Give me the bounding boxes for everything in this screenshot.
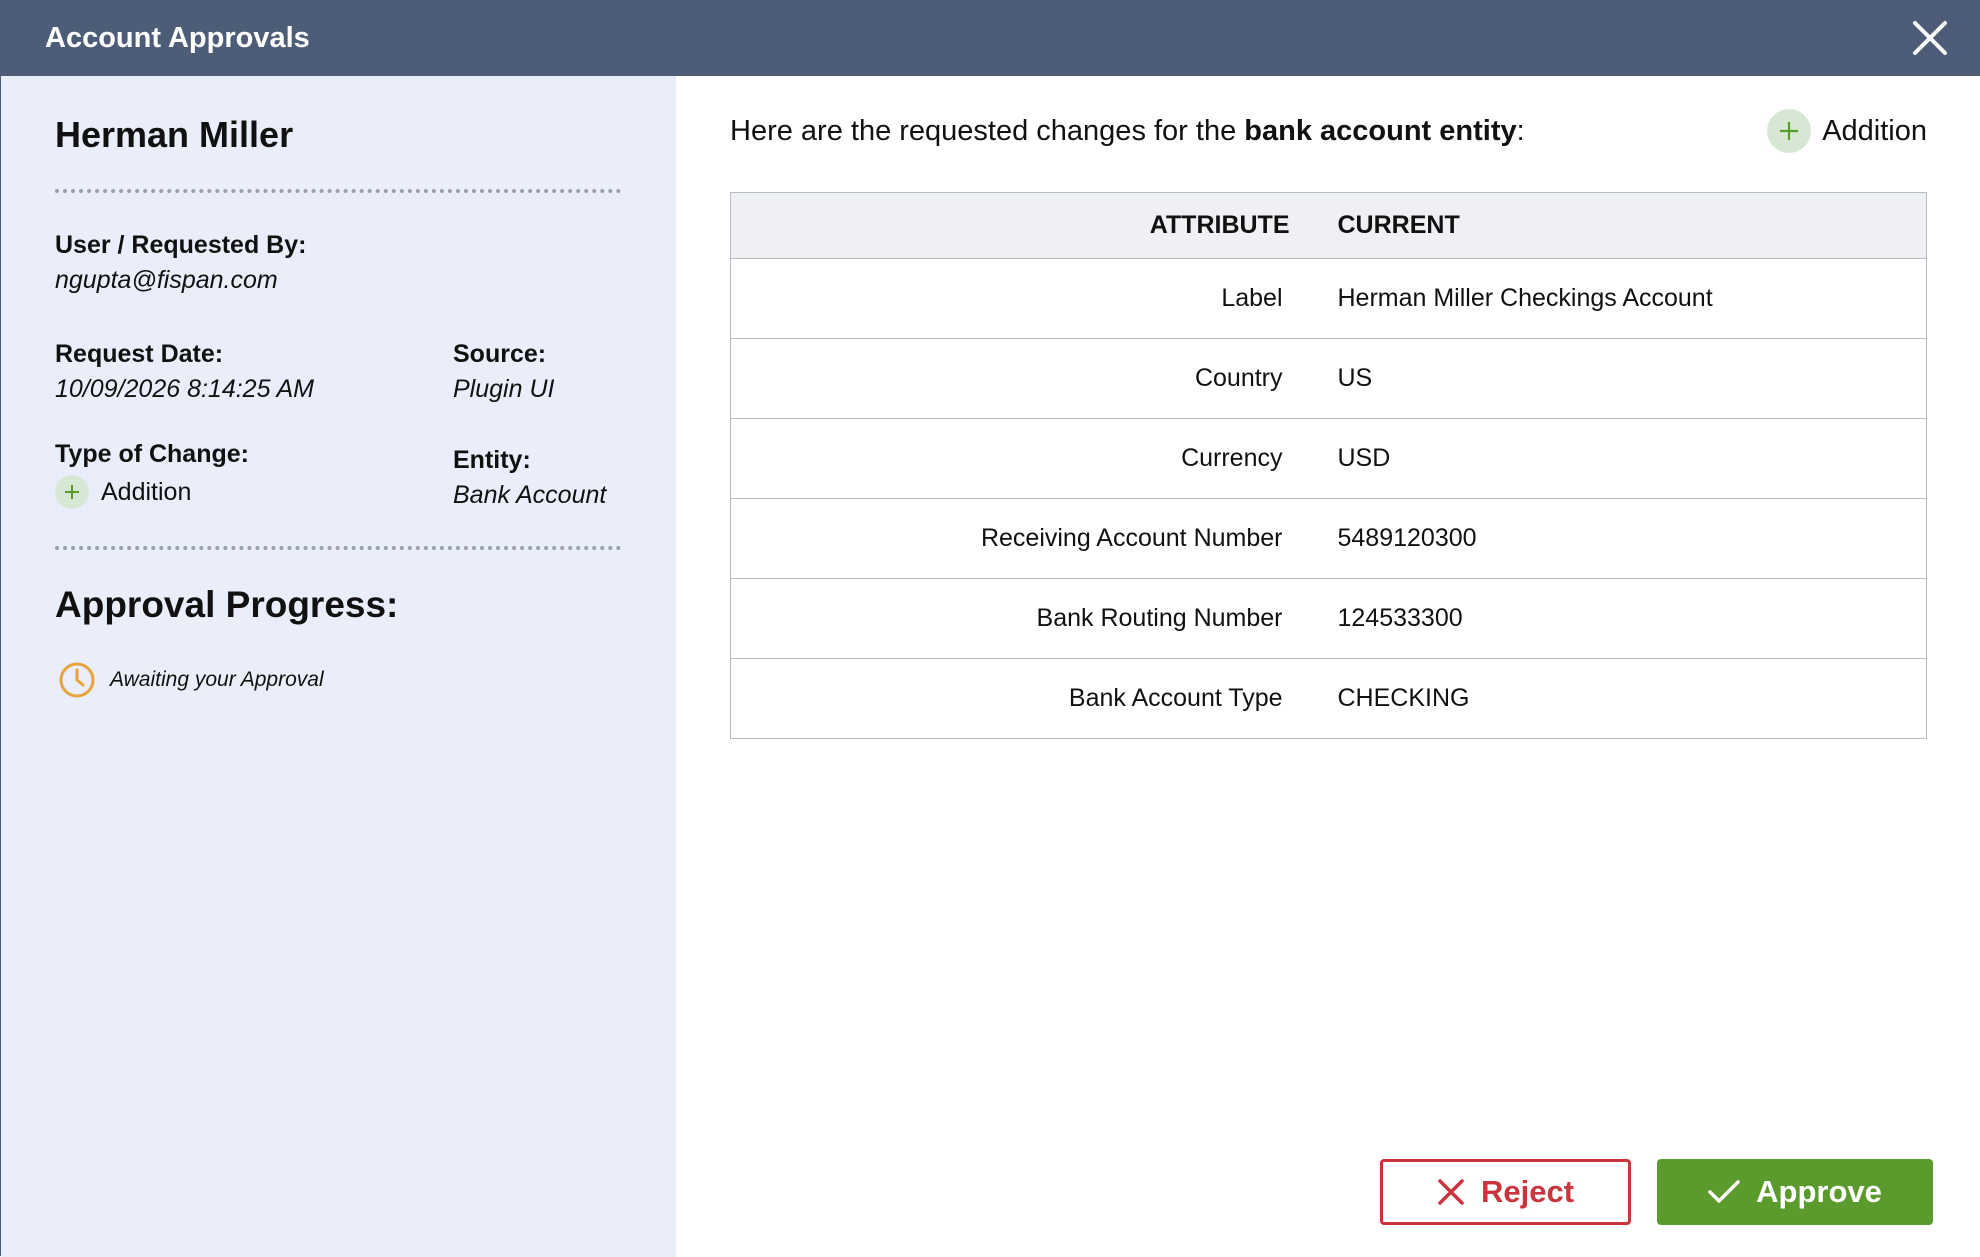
reject-button-label: Reject: [1480, 1174, 1575, 1209]
change-type-badge: Addition: [1767, 109, 1927, 153]
table-header-row: ATTRIBUTE CURRENT: [730, 192, 1927, 259]
type-of-change-value: Addition: [55, 475, 191, 509]
table-row: Label Herman Miller Checkings Account: [730, 258, 1927, 339]
x-icon: [1437, 1178, 1465, 1206]
approve-button-label: Approve: [1756, 1174, 1882, 1209]
attribute-cell: Receiving Account Number: [730, 498, 1310, 579]
source-label: Source:: [453, 340, 547, 368]
approval-status: Awaiting your Approval: [58, 660, 324, 700]
requested-changes-panel: Here are the requested changes for the b…: [676, 76, 1980, 1257]
divider: [55, 546, 621, 550]
approval-progress-title: Approval Progress:: [55, 584, 399, 625]
column-header-attribute: ATTRIBUTE: [730, 192, 1310, 259]
table-row: Currency USD: [730, 418, 1927, 499]
attribute-cell: Bank Account Type: [730, 658, 1310, 739]
type-of-change-label: Type of Change:: [55, 440, 249, 468]
current-value-cell: USD: [1309, 418, 1927, 499]
type-of-change-text: Addition: [101, 477, 192, 506]
attribute-cell: Label: [730, 258, 1310, 339]
source-value: Plugin UI: [453, 375, 555, 403]
request-date-label: Request Date:: [55, 340, 224, 368]
request-details-panel: Herman Miller User / Requested By: ngupt…: [1, 76, 676, 1257]
clock-icon: [58, 661, 96, 699]
dialog-title: Account Approvals: [45, 22, 310, 54]
account-holder-name: Herman Miller: [55, 114, 294, 155]
approve-button[interactable]: Approve: [1657, 1159, 1933, 1225]
change-type-badge-label: Addition: [1822, 114, 1927, 147]
current-value-cell: US: [1309, 338, 1927, 419]
requested-by-value: ngupta@fispan.com: [55, 266, 278, 294]
current-value-cell: Herman Miller Checkings Account: [1309, 258, 1927, 339]
plus-icon: [55, 475, 89, 509]
request-date-value: 10/09/2026 8:14:25 AM: [55, 375, 314, 403]
intro-suffix: :: [1516, 115, 1525, 147]
close-icon: [1909, 17, 1951, 59]
table-row: Bank Routing Number 124533300: [730, 578, 1927, 659]
dialog-header: Account Approvals: [1, 1, 1980, 76]
column-header-current: CURRENT: [1309, 192, 1927, 259]
intro-entity: bank account entity: [1244, 115, 1517, 147]
current-value-cell: 124533300: [1309, 578, 1927, 659]
table-row: Receiving Account Number 5489120300: [730, 498, 1927, 579]
intro-prefix: Here are the requested changes for the: [730, 115, 1245, 147]
table-row: Bank Account Type CHECKING: [730, 658, 1927, 739]
account-approvals-dialog: Account Approvals Herman Miller User / R…: [0, 0, 1980, 1257]
current-value-cell: 5489120300: [1309, 498, 1927, 579]
divider: [55, 189, 621, 193]
attribute-cell: Country: [730, 338, 1310, 419]
entity-value: Bank Account: [453, 481, 607, 509]
current-value-cell: CHECKING: [1309, 658, 1927, 739]
reject-button[interactable]: Reject: [1380, 1159, 1631, 1225]
entity-label: Entity:: [453, 446, 531, 474]
changes-table: ATTRIBUTE CURRENT Label Herman Miller Ch…: [730, 192, 1927, 739]
approval-status-text: Awaiting your Approval: [110, 668, 324, 691]
table-row: Country US: [730, 338, 1927, 419]
changes-intro: Here are the requested changes for the b…: [730, 115, 1525, 148]
requested-by-label: User / Requested By:: [55, 231, 307, 259]
close-button[interactable]: [1909, 17, 1951, 59]
checkmark-icon: [1708, 1180, 1740, 1204]
plus-icon: [1767, 109, 1812, 153]
attribute-cell: Bank Routing Number: [730, 578, 1310, 659]
attribute-cell: Currency: [730, 418, 1310, 499]
